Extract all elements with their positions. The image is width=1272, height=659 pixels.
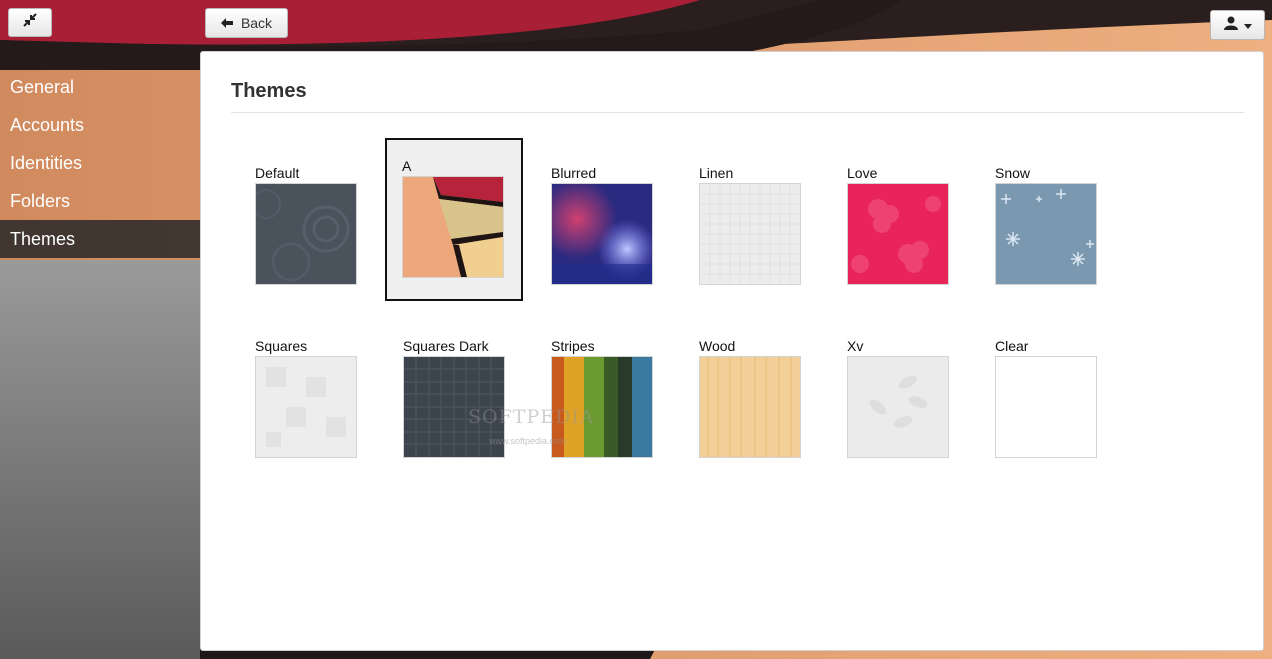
theme-snow[interactable]: Snow <box>978 145 1116 308</box>
settings-sidebar: General Accounts Identities Folders Them… <box>0 68 200 258</box>
theme-wood[interactable]: Wood <box>682 318 820 481</box>
theme-clear[interactable]: Clear <box>978 318 1116 481</box>
title-divider <box>231 112 1244 113</box>
theme-thumbnail <box>402 176 504 278</box>
sidebar-item-label: General <box>10 77 75 97</box>
theme-love[interactable]: Love <box>830 145 968 308</box>
theme-label: Linen <box>699 165 734 181</box>
theme-thumbnail <box>995 183 1097 285</box>
back-button[interactable]: Back <box>205 8 288 38</box>
theme-label: A <box>402 158 412 174</box>
theme-label: Blurred <box>551 165 597 181</box>
theme-blurred[interactable]: Blurred <box>534 145 672 308</box>
page-title: Themes <box>231 80 307 102</box>
theme-label: Squares Dark <box>403 338 489 354</box>
sidebar-item-label: Identities <box>10 153 83 173</box>
theme-thumbnail <box>699 183 801 285</box>
collapse-button[interactable] <box>8 8 52 37</box>
theme-thumbnail <box>995 356 1097 458</box>
theme-label: Squares <box>255 338 308 354</box>
theme-thumbnail <box>847 356 949 458</box>
theme-label: Love <box>847 165 878 181</box>
sidebar-item-identities[interactable]: Identities <box>0 144 200 182</box>
sidebar-item-label: Folders <box>10 191 71 211</box>
theme-label: Snow <box>995 165 1031 181</box>
sidebar-item-label: Themes <box>10 229 76 249</box>
theme-stripes[interactable]: Stripes <box>534 318 672 481</box>
theme-label: Wood <box>699 338 736 354</box>
sidebar-item-themes[interactable]: Themes <box>0 220 200 258</box>
arrow-left-icon <box>220 15 233 31</box>
theme-thumbnail <box>403 356 505 458</box>
theme-thumbnail <box>551 356 653 458</box>
sidebar-item-folders[interactable]: Folders <box>0 182 200 220</box>
theme-squares-dark[interactable]: Squares Dark <box>386 318 524 481</box>
theme-thumbnail <box>255 356 357 458</box>
user-menu-button[interactable] <box>1210 10 1265 40</box>
user-icon <box>1223 16 1238 35</box>
theme-thumbnail <box>551 183 653 285</box>
theme-label: Xv <box>847 338 864 354</box>
theme-label: Default <box>255 165 300 181</box>
theme-thumbnail <box>847 183 949 285</box>
theme-label: Clear <box>995 338 1029 354</box>
sidebar-item-general[interactable]: General <box>0 68 200 106</box>
theme-a[interactable]: A <box>385 138 523 301</box>
caret-down-icon <box>1243 16 1252 34</box>
theme-thumbnail <box>699 356 801 458</box>
theme-linen[interactable]: Linen <box>682 145 820 308</box>
theme-squares[interactable]: Squares <box>238 318 376 481</box>
theme-xv[interactable]: Xv <box>830 318 968 481</box>
sidebar-item-label: Accounts <box>10 115 85 135</box>
collapse-arrows-icon <box>23 13 37 32</box>
theme-thumbnail <box>255 183 357 285</box>
sidebar-item-accounts[interactable]: Accounts <box>0 106 200 144</box>
themes-panel: Themes Default A Blurred Linen Love Snow… <box>200 51 1264 651</box>
theme-label: Stripes <box>551 338 595 354</box>
back-button-label: Back <box>240 15 273 31</box>
theme-default[interactable]: Default <box>238 145 376 308</box>
